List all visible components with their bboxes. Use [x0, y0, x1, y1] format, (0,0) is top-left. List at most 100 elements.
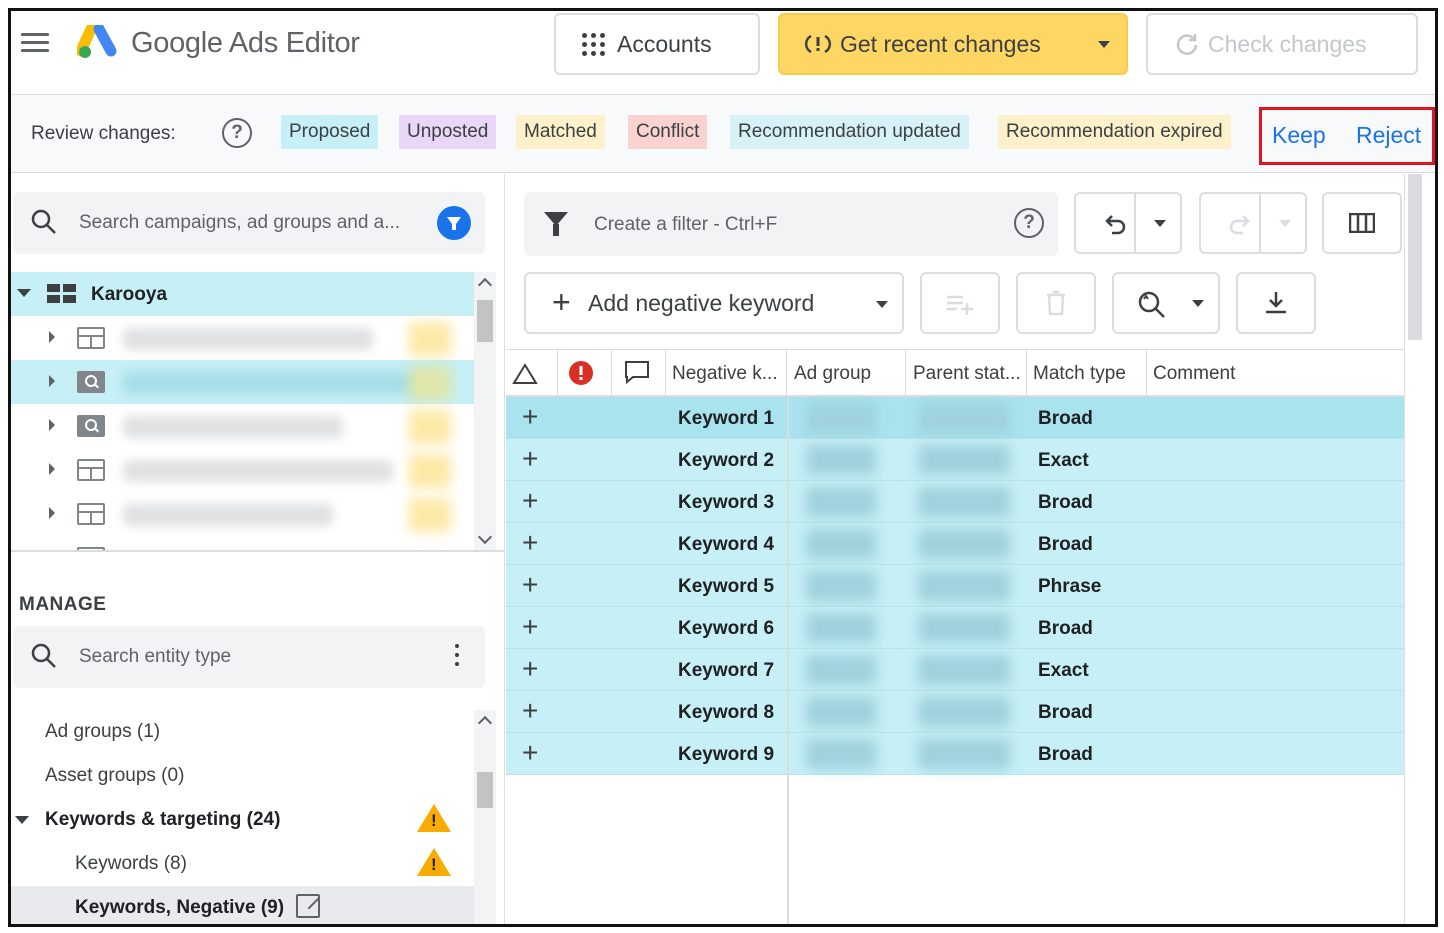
chip-recommendation-expired[interactable]: Recommendation expired	[998, 115, 1231, 149]
chevron-down-icon[interactable]	[1154, 220, 1166, 227]
entity-search-input[interactable]: Search entity type	[13, 626, 485, 688]
cell-negative-keyword[interactable]: Keyword 5	[678, 576, 774, 598]
cell-parent-status-redacted[interactable]	[918, 445, 1010, 475]
cell-match-type[interactable]: Exact	[1038, 450, 1089, 472]
caret-right-icon[interactable]	[49, 463, 55, 475]
entity-item-ad-groups[interactable]: Ad groups (1)	[11, 710, 477, 754]
columns-button[interactable]	[1322, 192, 1402, 254]
keep-button[interactable]: Keep	[1272, 122, 1326, 149]
cell-parent-status-redacted[interactable]	[918, 655, 1010, 685]
cell-negative-keyword[interactable]: Keyword 7	[678, 660, 774, 682]
cell-parent-status-redacted[interactable]	[918, 529, 1010, 559]
cell-match-type[interactable]: Broad	[1038, 618, 1093, 640]
chevron-down-icon[interactable]	[1279, 220, 1291, 227]
more-options-icon[interactable]	[455, 644, 459, 671]
tree-item-campaign[interactable]	[11, 316, 477, 360]
chip-recommendation-updated[interactable]: Recommendation updated	[730, 115, 969, 149]
tree-item-account[interactable]: Karooya	[11, 272, 477, 316]
table-row[interactable]: + Keyword 3 Broad	[506, 481, 1422, 523]
chevron-down-icon[interactable]	[1098, 41, 1110, 48]
table-row[interactable]: + Keyword 9 Broad	[506, 733, 1422, 775]
table-row[interactable]: + Keyword 4 Broad	[506, 523, 1422, 565]
table-row[interactable]: + Keyword 1 Broad	[506, 397, 1422, 439]
get-recent-changes-button[interactable]: Get recent changes	[778, 13, 1128, 75]
add-negative-keyword-button[interactable]: + Add negative keyword	[524, 272, 904, 334]
tree-item-campaign[interactable]	[11, 360, 477, 404]
chevron-down-icon[interactable]	[876, 301, 888, 308]
campaign-search-input[interactable]: Search campaigns, ad groups and a...	[13, 192, 485, 254]
undo-button[interactable]	[1074, 192, 1182, 254]
tree-item-campaign[interactable]	[11, 492, 477, 536]
cell-ad-group-redacted[interactable]	[806, 697, 876, 727]
caret-right-icon[interactable]	[49, 375, 55, 387]
cell-ad-group-redacted[interactable]	[806, 739, 876, 769]
table-scrollbar[interactable]	[1404, 174, 1424, 924]
cell-match-type[interactable]: Broad	[1038, 492, 1093, 514]
scroll-up-icon[interactable]	[477, 277, 493, 293]
tree-scrollbar[interactable]	[474, 272, 496, 552]
cell-match-type[interactable]: Broad	[1038, 534, 1093, 556]
table-row[interactable]: + Keyword 6 Broad	[506, 607, 1422, 649]
table-row[interactable]: + Keyword 8 Broad	[506, 691, 1422, 733]
table-row[interactable]: + Keyword 7 Exact	[506, 649, 1422, 691]
cell-ad-group-redacted[interactable]	[806, 655, 876, 685]
entity-item-keywords[interactable]: Keywords (8)	[11, 842, 477, 886]
caret-right-icon[interactable]	[49, 419, 55, 431]
header-parent-status[interactable]: Parent stat...	[907, 350, 1027, 396]
cell-match-type[interactable]: Broad	[1038, 702, 1093, 724]
cell-negative-keyword[interactable]: Keyword 6	[678, 618, 774, 640]
chip-unposted[interactable]: Unposted	[399, 115, 497, 149]
cell-ad-group-redacted[interactable]	[806, 487, 876, 517]
scroll-thumb[interactable]	[477, 772, 493, 808]
cell-match-type[interactable]: Phrase	[1038, 576, 1101, 598]
caret-right-icon[interactable]	[49, 507, 55, 519]
chip-proposed[interactable]: Proposed	[281, 115, 379, 149]
caret-down-icon[interactable]	[17, 289, 31, 297]
cell-negative-keyword[interactable]: Keyword 2	[678, 450, 774, 472]
table-row[interactable]: + Keyword 5 Phrase	[506, 565, 1422, 607]
scroll-thumb[interactable]	[477, 300, 493, 342]
header-status-col[interactable]	[506, 350, 558, 396]
entity-item-keywords-negative[interactable]: Keywords, Negative (9)	[11, 886, 477, 924]
cell-ad-group-redacted[interactable]	[806, 529, 876, 559]
cell-negative-keyword[interactable]: Keyword 3	[678, 492, 774, 514]
cell-parent-status-redacted[interactable]	[918, 403, 1010, 433]
cell-ad-group-redacted[interactable]	[806, 403, 876, 433]
cell-ad-group-redacted[interactable]	[806, 445, 876, 475]
scroll-up-icon[interactable]	[477, 715, 493, 731]
download-button[interactable]	[1236, 272, 1316, 334]
tree-item-campaign[interactable]	[11, 404, 477, 448]
add-to-list-button[interactable]	[920, 272, 1000, 334]
filter-input[interactable]: Create a filter - Ctrl+F ?	[524, 192, 1058, 256]
cell-ad-group-redacted[interactable]	[806, 571, 876, 601]
scroll-down-icon[interactable]	[477, 529, 493, 545]
cell-ad-group-redacted[interactable]	[806, 613, 876, 643]
cell-negative-keyword[interactable]: Keyword 1	[678, 408, 774, 430]
redo-button[interactable]	[1199, 192, 1307, 254]
chip-matched[interactable]: Matched	[516, 115, 605, 149]
cell-negative-keyword[interactable]: Keyword 8	[678, 702, 774, 724]
cell-parent-status-redacted[interactable]	[918, 571, 1010, 601]
chevron-down-icon[interactable]	[1192, 300, 1204, 307]
header-match-type[interactable]: Match type	[1027, 350, 1147, 396]
delete-button[interactable]	[1016, 272, 1096, 334]
cell-parent-status-redacted[interactable]	[918, 487, 1010, 517]
table-row[interactable]: + Keyword 2 Exact	[506, 439, 1422, 481]
entity-item-asset-groups[interactable]: Asset groups (0)	[11, 754, 477, 798]
cell-parent-status-redacted[interactable]	[918, 613, 1010, 643]
accounts-button[interactable]: Accounts	[554, 13, 760, 75]
cell-match-type[interactable]: Exact	[1038, 660, 1089, 682]
tree-item-campaign[interactable]	[11, 448, 477, 492]
entity-list-scrollbar[interactable]	[474, 710, 496, 924]
help-icon[interactable]: ?	[222, 118, 252, 148]
reject-button[interactable]: Reject	[1356, 122, 1421, 149]
cell-negative-keyword[interactable]: Keyword 9	[678, 744, 774, 766]
cell-match-type[interactable]: Broad	[1038, 744, 1093, 766]
header-comment[interactable]: Comment	[1147, 350, 1422, 396]
scroll-thumb[interactable]	[1408, 174, 1422, 340]
caret-right-icon[interactable]	[49, 331, 55, 343]
menu-icon[interactable]	[21, 33, 49, 55]
cell-parent-status-redacted[interactable]	[918, 739, 1010, 769]
header-ad-group[interactable]: Ad group	[788, 350, 906, 396]
header-comment-col[interactable]	[612, 350, 666, 396]
